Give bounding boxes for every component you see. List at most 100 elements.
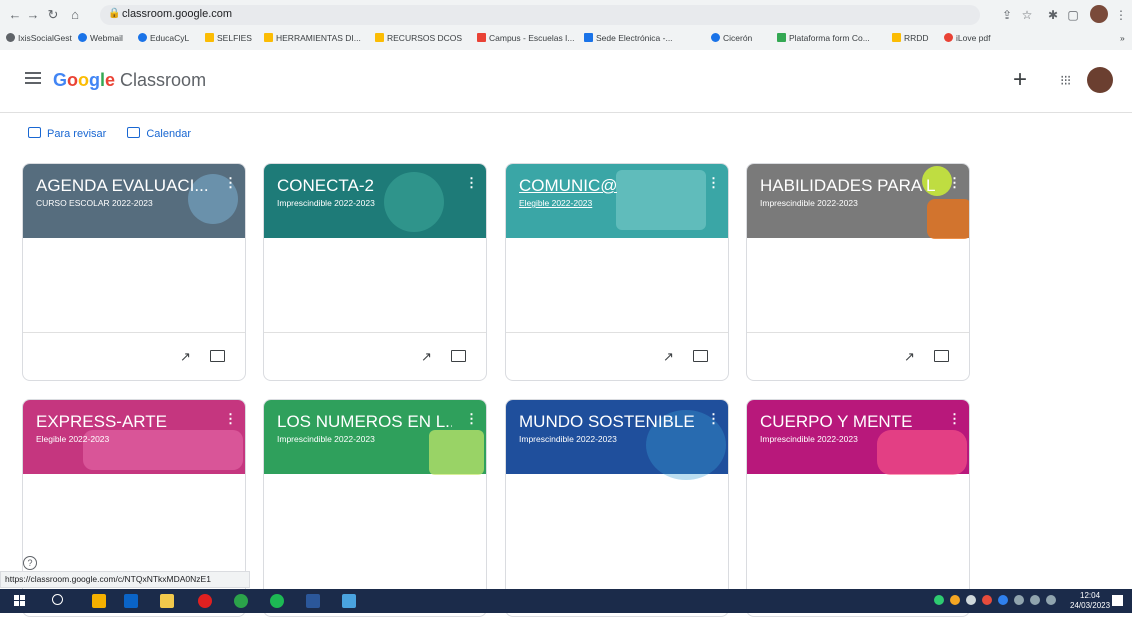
bookmark-label: RRDD	[904, 33, 929, 43]
main-menu-icon[interactable]	[25, 72, 41, 88]
course-section: Imprescindible 2022-2023	[277, 434, 375, 444]
course-card[interactable]: CUERPO Y MENTE Imprescindible 2022-2023 …	[746, 399, 970, 617]
help-icon[interactable]: ?	[23, 556, 37, 570]
heart-icon	[944, 33, 953, 42]
taskbar-app-icon[interactable]	[92, 594, 106, 608]
bookmark-item[interactable]: Cicerón	[711, 33, 752, 43]
bookmark-item[interactable]: Campus - Escuelas I...	[477, 33, 575, 43]
course-title[interactable]: AGENDA EVALUACI...	[36, 176, 209, 196]
course-card[interactable]: HABILIDADES PARA L... Imprescindible 202…	[746, 163, 970, 381]
network-icon[interactable]	[1046, 595, 1056, 605]
share-icon[interactable]: ⇪	[998, 6, 1016, 24]
bookmark-item[interactable]: RECURSOS DCOS	[375, 33, 462, 43]
course-card[interactable]: CONECTA-2 Imprescindible 2022-2023 ⋮ ↗	[263, 163, 487, 381]
back-icon[interactable]: ←	[6, 6, 24, 24]
more-options-icon[interactable]: ⋮	[465, 412, 478, 426]
trend-icon[interactable]: ↗	[904, 349, 915, 365]
bookmark-item[interactable]: Sede Electrónica -...	[584, 33, 673, 43]
more-options-icon[interactable]: ⋮	[465, 176, 478, 190]
outlook-icon[interactable]	[124, 594, 138, 608]
forward-icon[interactable]: →	[24, 6, 42, 24]
tray-status-icon[interactable]	[934, 595, 944, 605]
tray-app-icon[interactable]	[950, 595, 960, 605]
reload-icon[interactable]: ↻	[44, 6, 62, 24]
course-title[interactable]: LOS NUMEROS EN L...	[277, 412, 452, 432]
bookmark-item[interactable]: iLove pdf	[944, 33, 991, 43]
course-card[interactable]: MUNDO SOSTENIBLE Imprescindible 2022-202…	[505, 399, 729, 617]
course-title[interactable]: MUNDO SOSTENIBLE	[519, 412, 694, 432]
folder-icon[interactable]	[451, 350, 466, 362]
bookmark-label: RECURSOS DCOS	[387, 33, 463, 43]
create-join-button[interactable]: +	[1013, 68, 1027, 92]
trend-icon[interactable]: ↗	[180, 349, 191, 365]
course-card[interactable]: COMUNIC@ Elegible 2022-2023 ⋮ ↗	[505, 163, 729, 381]
course-title[interactable]: HABILIDADES PARA L...	[760, 176, 935, 196]
more-options-icon[interactable]: ⋮	[707, 176, 720, 190]
spotify-icon[interactable]	[270, 594, 284, 608]
folder-icon[interactable]	[210, 350, 225, 362]
side-panel-icon[interactable]: ▢	[1064, 6, 1082, 24]
word-icon[interactable]	[306, 594, 320, 608]
more-options-icon[interactable]: ⋮	[948, 176, 961, 190]
more-options-icon[interactable]: ⋮	[224, 176, 237, 190]
notifications-icon[interactable]	[1112, 595, 1123, 606]
browser-profile-avatar[interactable]	[1090, 5, 1108, 23]
course-banner[interactable]: EXPRESS-ARTE Elegible 2022-2023 ⋮	[23, 400, 245, 474]
opera-icon[interactable]	[198, 594, 212, 608]
photos-icon[interactable]	[342, 594, 356, 608]
more-options-icon[interactable]: ⋮	[224, 412, 237, 426]
course-banner[interactable]: CUERPO Y MENTE Imprescindible 2022-2023 …	[747, 400, 969, 475]
course-card[interactable]: AGENDA EVALUACI... CURSO ESCOLAR 2022-20…	[22, 163, 246, 381]
bookmark-item[interactable]: EducaCyL	[138, 33, 189, 43]
more-options-icon[interactable]: ⋮	[948, 412, 961, 426]
to-review-link[interactable]: Para revisar	[28, 127, 106, 140]
course-title[interactable]: CONECTA-2	[277, 176, 374, 196]
course-banner[interactable]: CONECTA-2 Imprescindible 2022-2023 ⋮	[264, 164, 486, 238]
taskbar-clock[interactable]: 12:04 24/03/2023	[1070, 591, 1110, 611]
bookmark-icon	[711, 33, 720, 42]
file-explorer-icon[interactable]	[160, 594, 174, 608]
folder-icon[interactable]	[693, 350, 708, 362]
extensions-icon[interactable]: ✱	[1044, 6, 1062, 24]
tray-app-icon[interactable]	[982, 595, 992, 605]
bookmark-item[interactable]: Plataforma form Co...	[777, 33, 870, 43]
bookmark-star-icon[interactable]: ☆	[1018, 6, 1036, 24]
chrome-icon[interactable]	[234, 594, 248, 608]
calendar-icon	[127, 127, 141, 138]
battery-icon[interactable]	[1030, 595, 1040, 605]
google-apps-icon[interactable]: ⁝⁝⁝	[1060, 72, 1071, 89]
course-title[interactable]: COMUNIC@	[519, 176, 617, 196]
google-wordmark: Google	[53, 70, 116, 90]
account-avatar[interactable]	[1087, 67, 1113, 93]
course-title[interactable]: EXPRESS-ARTE	[36, 412, 167, 432]
course-banner[interactable]: LOS NUMEROS EN L... Imprescindible 2022-…	[264, 400, 486, 475]
search-icon[interactable]	[52, 594, 63, 605]
course-banner[interactable]: COMUNIC@ Elegible 2022-2023 ⋮	[506, 164, 728, 238]
home-icon[interactable]: ⌂	[66, 6, 84, 24]
more-bookmarks-button[interactable]: »	[1120, 33, 1125, 43]
classroom-logo[interactable]: Google Classroom	[53, 70, 206, 91]
folder-icon[interactable]	[934, 350, 949, 362]
address-bar[interactable]: 🔒 classroom.google.com	[100, 5, 980, 25]
bookmark-item[interactable]: IxisSocialGest	[6, 33, 72, 43]
bookmark-item[interactable]: Webmail	[78, 33, 123, 43]
usb-icon[interactable]	[1014, 595, 1024, 605]
bookmark-item[interactable]: SELFIES	[205, 33, 252, 43]
trend-icon[interactable]: ↗	[663, 349, 674, 365]
calendar-link[interactable]: Calendar	[127, 127, 191, 140]
tray-app-icon[interactable]	[998, 595, 1008, 605]
course-banner[interactable]: AGENDA EVALUACI... CURSO ESCOLAR 2022-20…	[23, 164, 245, 238]
bookmark-item[interactable]: RRDD	[892, 33, 929, 43]
course-banner[interactable]: HABILIDADES PARA L... Imprescindible 202…	[747, 164, 969, 239]
bookmark-item[interactable]: HERRAMIENTAS DI...	[264, 33, 361, 43]
course-card[interactable]: LOS NUMEROS EN L... Imprescindible 2022-…	[263, 399, 487, 617]
course-banner[interactable]: MUNDO SOSTENIBLE Imprescindible 2022-202…	[506, 400, 728, 480]
link-preview-status: https://classroom.google.com/c/NTQxNTkxM…	[0, 571, 250, 588]
volume-icon[interactable]	[966, 595, 976, 605]
bookmark-label: HERRAMIENTAS DI...	[276, 33, 361, 43]
more-options-icon[interactable]: ⋮	[707, 412, 720, 426]
windows-start-icon[interactable]	[14, 595, 26, 607]
trend-icon[interactable]: ↗	[421, 349, 432, 365]
course-title[interactable]: CUERPO Y MENTE	[760, 412, 912, 432]
browser-menu-icon[interactable]: ⋮	[1112, 6, 1130, 24]
